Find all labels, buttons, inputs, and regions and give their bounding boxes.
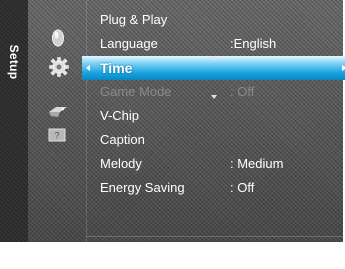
- sidebar-title: Setup: [7, 44, 21, 80]
- svg-text:?: ?: [54, 131, 59, 141]
- menu-item-label: Plug & Play: [100, 12, 168, 27]
- menu-list: Plug & Play Language :English Time Game …: [82, 8, 345, 200]
- menu-item-plug-and-play[interactable]: Plug & Play: [86, 8, 343, 32]
- menu-item-melody[interactable]: Melody : Medium: [86, 152, 343, 176]
- menu-item-game-mode: Game Mode : Off: [86, 80, 343, 104]
- setup-menu-screen: Setup ? Plug & Play Language:English Ti…: [0, 0, 345, 242]
- menu-item-label: Game Mode: [100, 84, 172, 99]
- divider: [86, 236, 343, 237]
- menu-item-value: : Off: [230, 84, 255, 99]
- menu-item-label: Language: [100, 36, 158, 51]
- menu-item-label: V-Chip: [100, 108, 140, 123]
- menu-item-label: Caption: [100, 132, 145, 147]
- left-arrow-icon: [86, 65, 90, 71]
- category-icon-column: ?: [28, 0, 87, 242]
- menu-item-value: : Off: [230, 180, 255, 195]
- menu-item-v-chip[interactable]: V-Chip: [86, 104, 343, 128]
- menu-item-value: : Medium: [230, 156, 284, 171]
- menu-item-label: Energy Saving: [100, 180, 185, 195]
- input-icon[interactable]: [48, 104, 68, 118]
- scroll-up-icon: [211, 56, 217, 60]
- scroll-down-icon: [211, 95, 217, 99]
- support-icon[interactable]: ?: [48, 128, 66, 142]
- menu-item-language[interactable]: Language :English: [86, 32, 343, 56]
- menu-item-value: :English: [230, 36, 277, 51]
- menu-item-label: Melody: [100, 156, 142, 171]
- menu-item-caption[interactable]: Caption: [86, 128, 343, 152]
- sidebar: Setup: [0, 0, 28, 242]
- picture-icon[interactable]: [50, 28, 66, 48]
- setup-gear-icon[interactable]: [48, 56, 70, 78]
- menu-item-label: Time: [100, 60, 133, 76]
- menu-item-energy-saving[interactable]: Energy Saving : Off: [86, 176, 343, 200]
